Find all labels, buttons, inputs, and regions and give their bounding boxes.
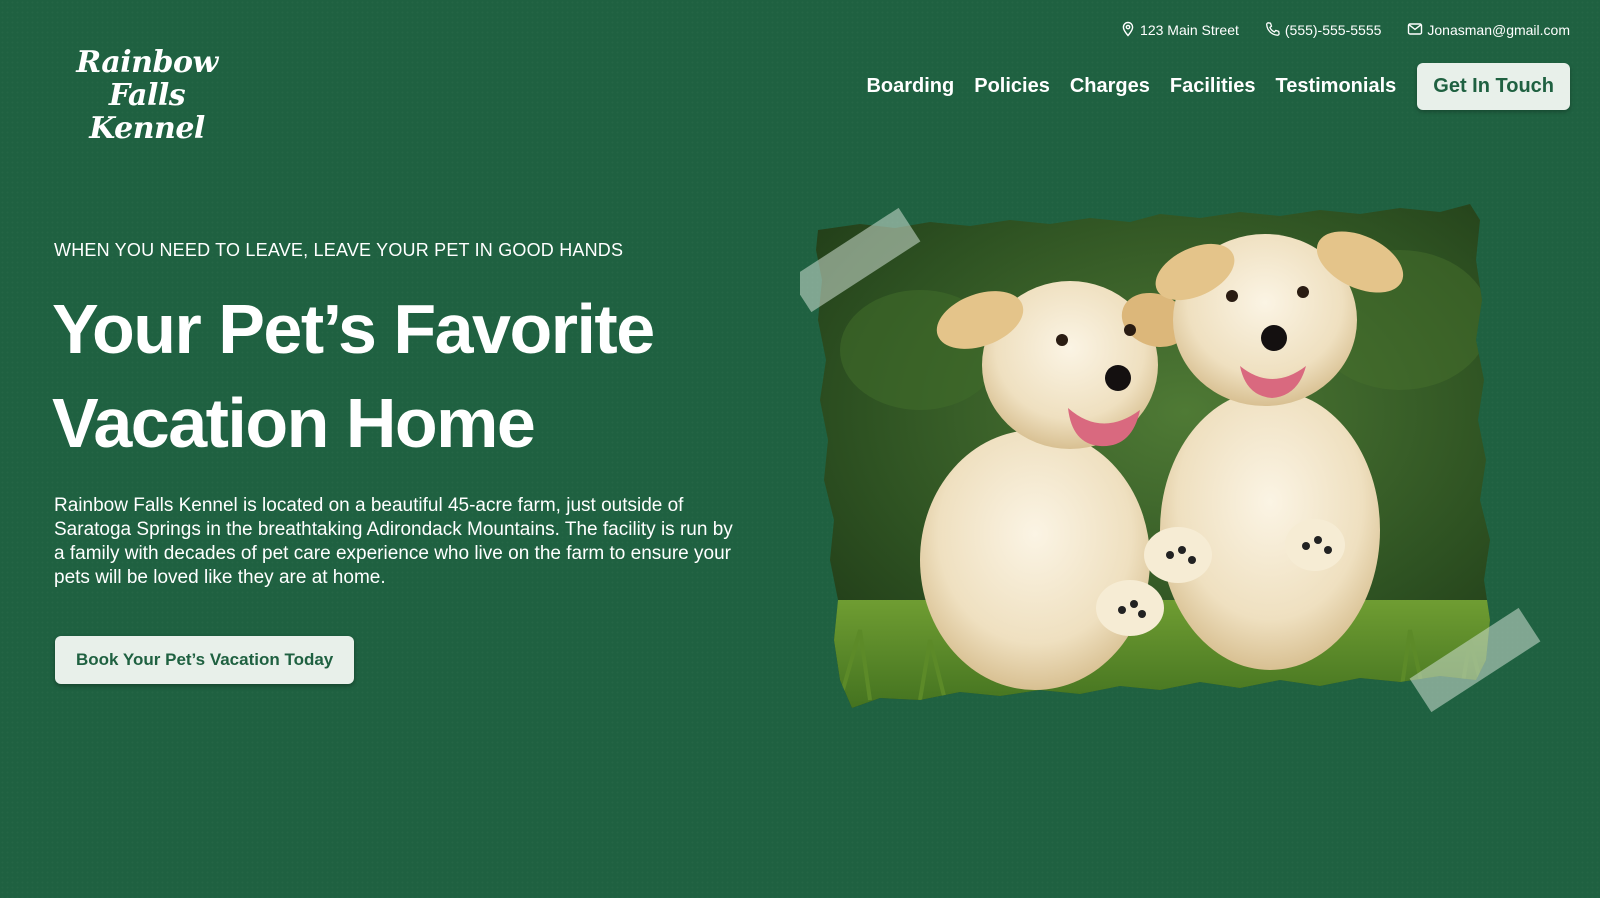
contact-address[interactable]: 123 Main Street (1120, 21, 1239, 40)
mail-icon (1407, 21, 1423, 40)
address-text: 123 Main Street (1140, 22, 1239, 38)
logo-line-1: Rainbow Falls (76, 45, 218, 113)
headline-line-1: Your Pet’s Favorite (52, 290, 655, 368)
site-logo[interactable]: Rainbow Falls Kennel (52, 46, 242, 145)
email-text: Jonasman@gmail.com (1427, 22, 1570, 38)
get-in-touch-button[interactable]: Get In Touch (1417, 63, 1570, 110)
hero-description: Rainbow Falls Kennel is located on a bea… (54, 495, 733, 588)
headline-line-2: Vacation Home (52, 384, 536, 462)
main-nav: Boarding Policies Charges Facilities Tes… (866, 63, 1570, 110)
contact-email[interactable]: Jonasman@gmail.com (1407, 21, 1570, 40)
hero-photo (800, 200, 1570, 730)
puppies-photo (800, 204, 1541, 713)
map-pin-icon (1120, 21, 1136, 40)
contact-bar: 123 Main Street (555)-555-5555 Jonasman@… (1120, 20, 1570, 40)
hero-headline: Your Pet’s Favorite Vacation Home (52, 282, 812, 470)
nav-boarding[interactable]: Boarding (866, 75, 954, 98)
book-vacation-button[interactable]: Book Your Pet’s Vacation Today (55, 636, 355, 684)
hero-eyebrow: WHEN YOU NEED TO LEAVE, LEAVE YOUR PET I… (54, 240, 624, 260)
nav-testimonials[interactable]: Testimonials (1275, 75, 1396, 98)
contact-phone[interactable]: (555)-555-5555 (1265, 21, 1382, 40)
nav-facilities[interactable]: Facilities (1170, 75, 1256, 98)
phone-text: (555)-555-5555 (1284, 22, 1382, 38)
nav-charges[interactable]: Charges (1070, 75, 1150, 98)
phone-icon (1265, 21, 1281, 40)
logo-line-2: Kennel (89, 111, 205, 146)
nav-policies[interactable]: Policies (974, 75, 1050, 98)
